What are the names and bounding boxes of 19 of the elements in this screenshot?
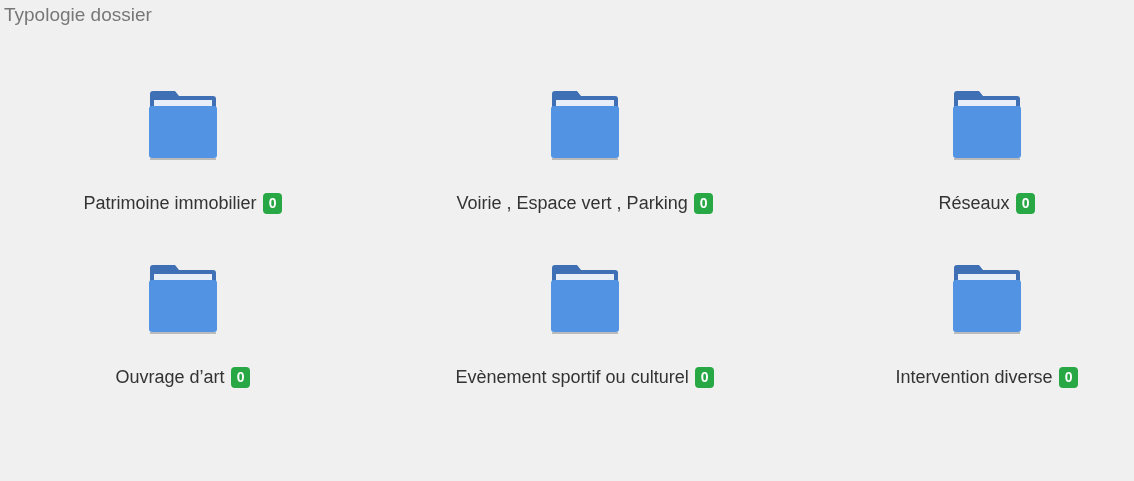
folder-icon[interactable] xyxy=(148,90,218,162)
folder-icon[interactable] xyxy=(148,264,218,336)
count-badge: 0 xyxy=(1015,193,1036,214)
count-badge: 0 xyxy=(230,367,251,388)
count-badge: 0 xyxy=(693,193,714,214)
section-title: Typologie dossier xyxy=(3,3,152,27)
folder-icon[interactable] xyxy=(952,264,1022,336)
folder-label[interactable]: Voirie , Espace vert , Parking xyxy=(456,190,688,217)
folder-label[interactable]: Evènement sportif ou culturel xyxy=(455,364,689,391)
folder-label[interactable]: Patrimoine immobilier xyxy=(83,190,257,217)
folder-label[interactable]: Ouvrage d’art xyxy=(115,364,225,391)
folder-icon[interactable] xyxy=(952,90,1022,162)
folder-label[interactable]: Intervention diverse xyxy=(895,364,1053,391)
count-badge: 0 xyxy=(694,367,715,388)
count-badge: 0 xyxy=(262,193,283,214)
folder-icon[interactable] xyxy=(550,264,620,336)
folder-label[interactable]: Réseaux xyxy=(938,190,1010,217)
count-badge: 0 xyxy=(1058,367,1079,388)
folder-icon[interactable] xyxy=(550,90,620,162)
